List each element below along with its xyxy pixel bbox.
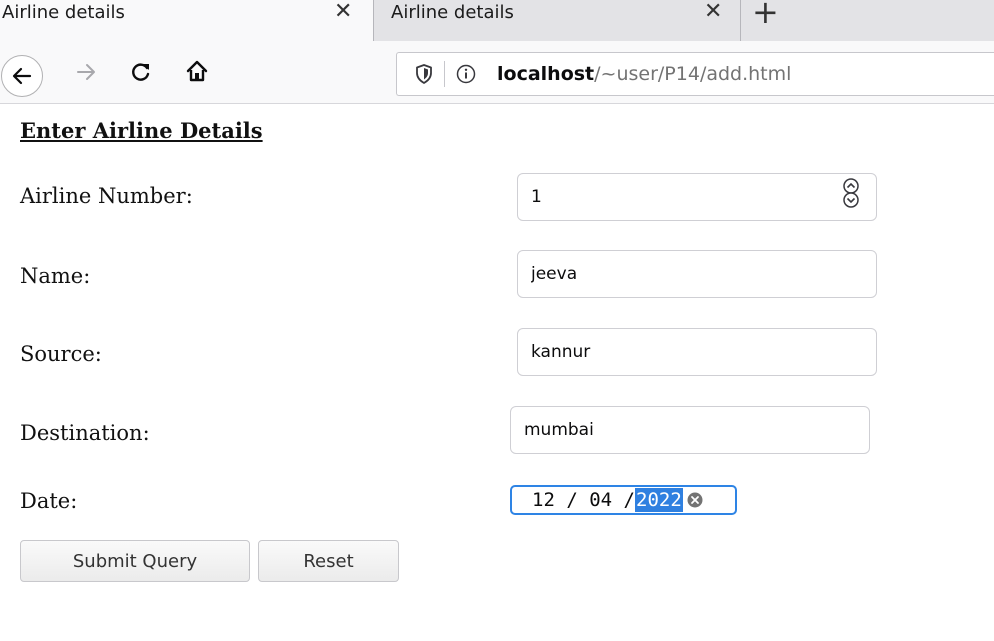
- reload-icon: [132, 63, 150, 81]
- date-day[interactable]: 12: [532, 488, 555, 512]
- destination-label: Destination:: [20, 421, 150, 445]
- page-content: Enter Airline Details Airline Number: Na…: [0, 104, 994, 641]
- source-label: Source:: [20, 342, 102, 366]
- airline-number-input[interactable]: [517, 173, 877, 221]
- reload-button[interactable]: [130, 61, 152, 87]
- reset-button[interactable]: Reset: [258, 540, 399, 582]
- forward-button[interactable]: [75, 61, 97, 87]
- close-icon[interactable]: ✕: [704, 1, 722, 23]
- url-text: localhost/~user/P14/add.html: [497, 62, 791, 86]
- date-label: Date:: [20, 489, 78, 513]
- airline-number-label: Airline Number:: [20, 184, 193, 208]
- destination-input[interactable]: [510, 406, 870, 454]
- navigation-bar: localhost/~user/P14/add.html: [0, 41, 994, 104]
- name-label: Name:: [20, 264, 91, 288]
- spinner-icon[interactable]: [840, 178, 862, 212]
- page-title: Enter Airline Details: [20, 118, 263, 143]
- tab-title: Airline details: [2, 2, 125, 23]
- clear-icon[interactable]: [687, 492, 703, 508]
- url-host: localhost: [497, 63, 595, 85]
- info-icon[interactable]: [455, 63, 477, 89]
- date-input[interactable]: 12 / 04 /2022: [510, 485, 737, 515]
- back-button[interactable]: [1, 55, 43, 97]
- tab-bar: Airline details ✕ Airline details ✕ +: [0, 0, 994, 41]
- back-arrow-icon: [12, 67, 32, 85]
- date-month[interactable]: 04: [589, 488, 612, 512]
- plus-icon[interactable]: +: [752, 0, 779, 28]
- home-icon: [186, 60, 208, 82]
- close-icon[interactable]: ✕: [334, 1, 352, 23]
- tab-airline-details-1[interactable]: Airline details ✕: [0, 0, 373, 41]
- shield-icon[interactable]: [415, 64, 433, 88]
- browser-chrome: Airline details ✕ Airline details ✕ + lo…: [0, 0, 994, 104]
- home-button[interactable]: [186, 60, 208, 86]
- url-separator: [444, 61, 445, 87]
- forward-arrow-icon: [77, 64, 95, 80]
- date-year[interactable]: 2022: [635, 488, 683, 512]
- url-path: /~user/P14/add.html: [594, 63, 792, 85]
- tab-airline-details-2[interactable]: Airline details ✕: [373, 0, 741, 41]
- submit-query-button[interactable]: Submit Query: [20, 540, 250, 582]
- name-input[interactable]: [517, 250, 877, 298]
- source-input[interactable]: [517, 328, 877, 376]
- url-bar[interactable]: localhost/~user/P14/add.html: [396, 52, 994, 96]
- tab-title: Airline details: [391, 2, 514, 23]
